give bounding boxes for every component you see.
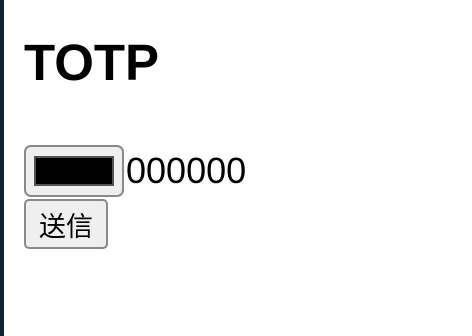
input-row: 000000: [24, 145, 246, 197]
color-swatch: [34, 156, 114, 186]
submit-button[interactable]: 送信: [24, 199, 108, 249]
page-title: TOTP: [24, 34, 160, 91]
totp-code-text: 000000: [126, 150, 247, 191]
color-picker-input[interactable]: [24, 145, 124, 197]
page: TOTP 000000 送信: [4, 0, 472, 336]
